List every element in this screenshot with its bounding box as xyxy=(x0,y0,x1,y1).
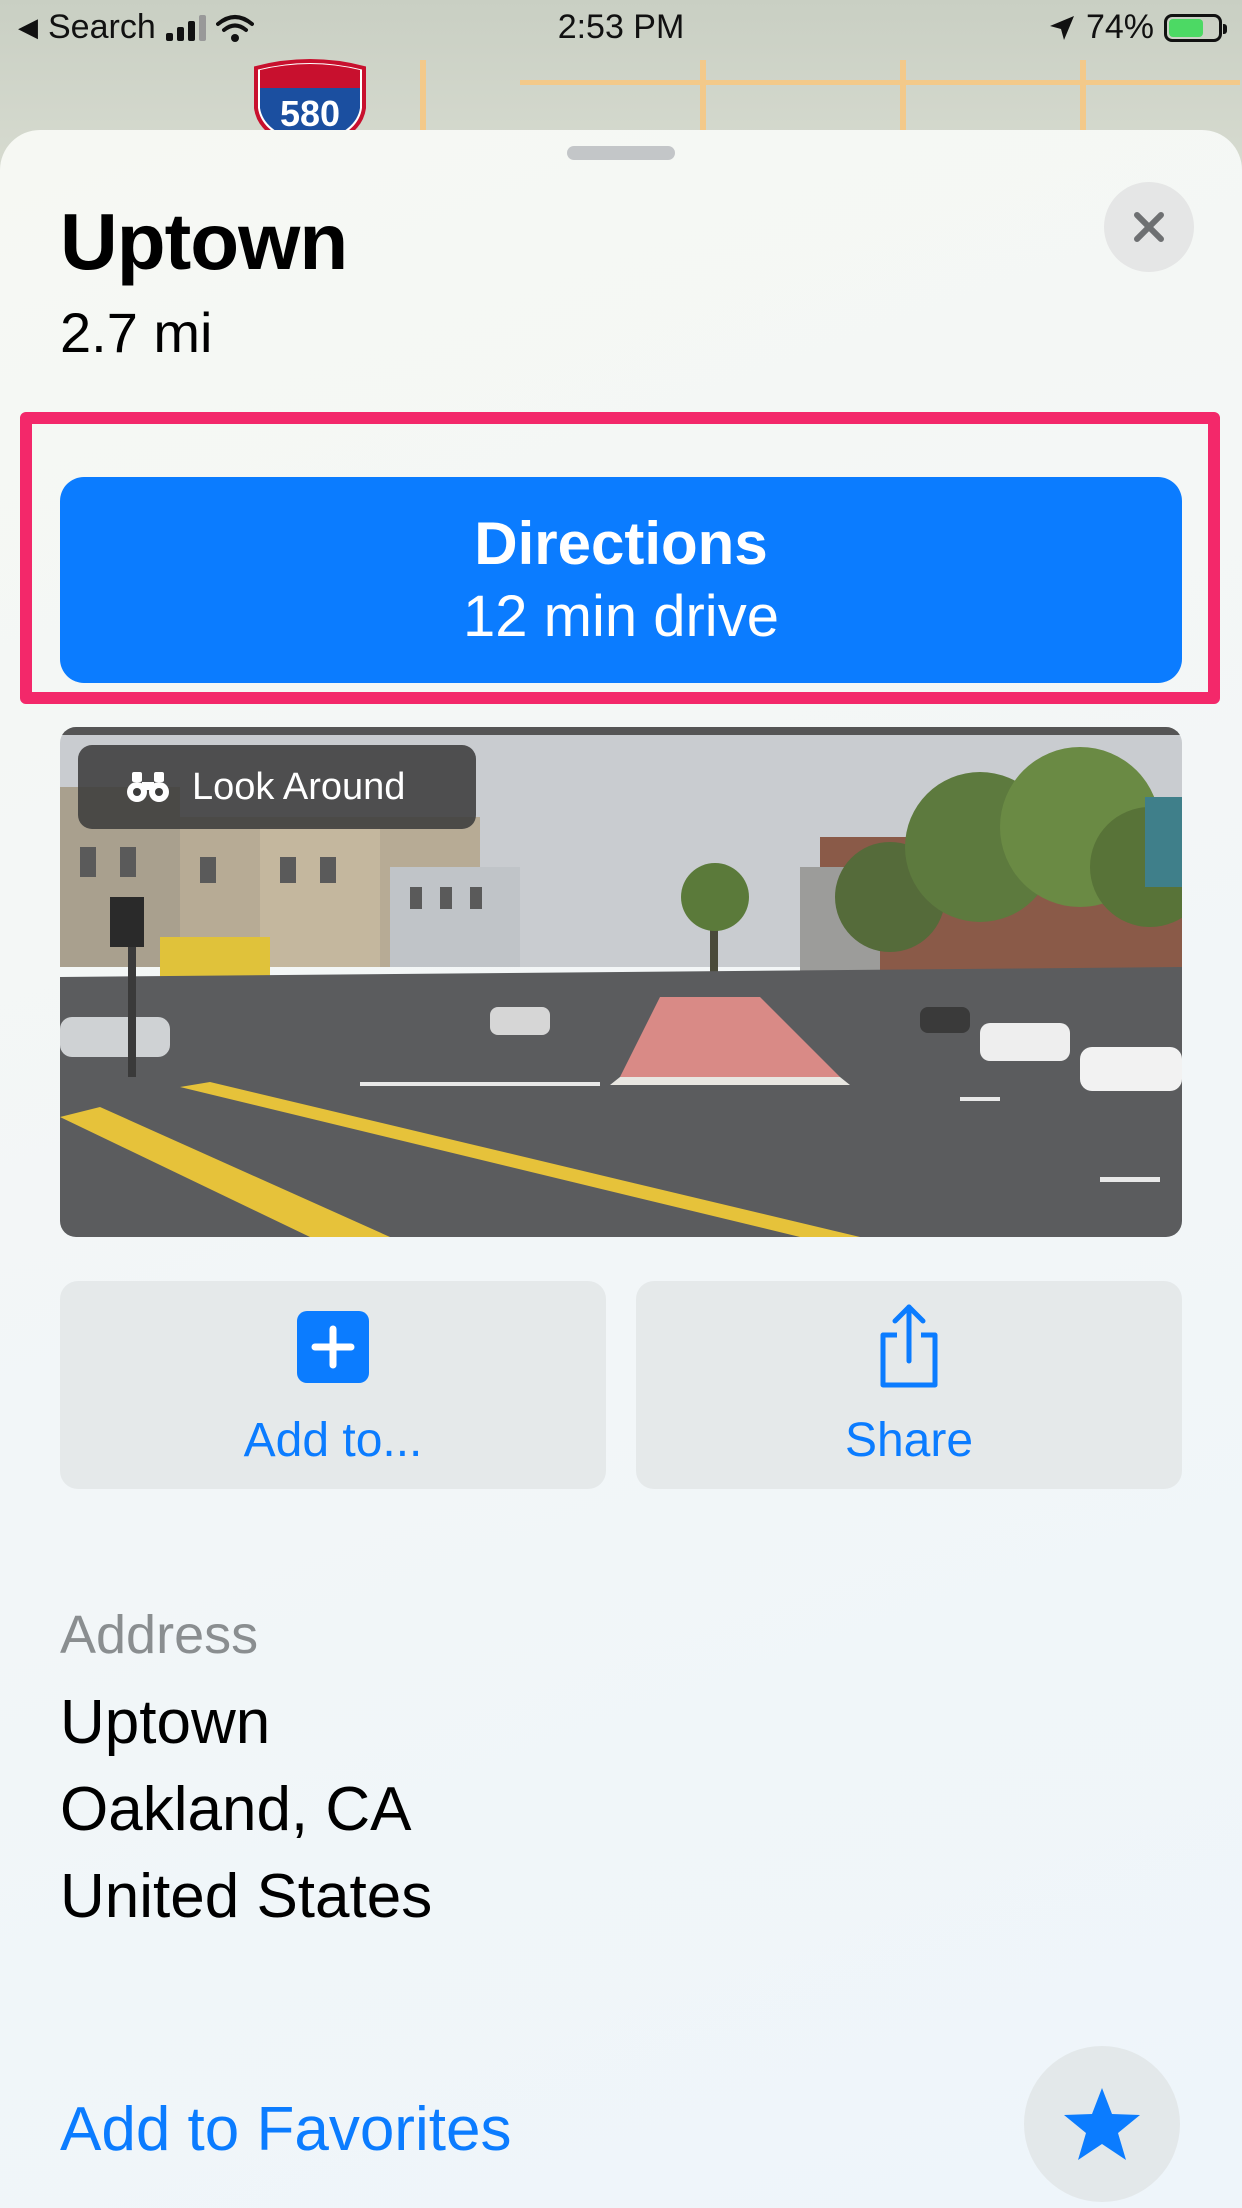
maps-screen: 580 ◀ Search 2:53 PM 74% Uptown 2.7 mi D… xyxy=(0,0,1242,2208)
battery-icon xyxy=(1164,13,1227,42)
tile-icon-wrap xyxy=(636,1304,1182,1389)
share-label: Share xyxy=(844,1414,974,1467)
directions-label: Directions xyxy=(474,510,768,577)
address-heading: Address xyxy=(60,1605,259,1665)
place-card-sheet: Uptown 2.7 mi Directions 12 min drive Lo… xyxy=(0,130,1242,2208)
share-icon xyxy=(880,1304,938,1388)
tile-icon-wrap xyxy=(60,1311,606,1383)
look-around-preview[interactable]: Look Around xyxy=(60,727,1182,1237)
address-line: United States xyxy=(60,1862,433,1931)
directions-eta: 12 min drive xyxy=(463,584,779,649)
highway-number: 580 xyxy=(280,93,340,134)
binoculars-icon xyxy=(127,772,169,802)
look-around-label: Look Around xyxy=(192,765,406,808)
battery-level xyxy=(1169,18,1204,37)
add-to-label: Add to... xyxy=(243,1414,423,1467)
address-line: Uptown xyxy=(60,1688,271,1757)
share-button[interactable]: Share xyxy=(636,1281,1182,1489)
address-line: Oakland, CA xyxy=(60,1775,412,1844)
close-button[interactable] xyxy=(1104,182,1194,272)
status-right: 74% xyxy=(1048,8,1227,47)
favorite-button[interactable] xyxy=(1024,2046,1180,2202)
location-arrow-icon xyxy=(1049,15,1074,40)
add-to-button[interactable]: Add to... xyxy=(60,1281,606,1489)
directions-button[interactable]: Directions 12 min drive xyxy=(60,477,1182,683)
add-to-favorites-link[interactable]: Add to Favorites xyxy=(60,2094,511,2165)
status-bar: ◀ Search 2:53 PM 74% xyxy=(0,0,1242,60)
star-icon xyxy=(1064,2088,1140,2160)
place-title: Uptown xyxy=(60,197,348,286)
map-road xyxy=(520,80,1240,85)
plus-square-icon xyxy=(297,1311,369,1383)
place-distance: 2.7 mi xyxy=(60,301,213,364)
battery-percent: 74% xyxy=(1085,8,1154,46)
close-icon xyxy=(1134,212,1164,242)
sheet-grabber[interactable] xyxy=(567,146,675,160)
look-around-button[interactable]: Look Around xyxy=(78,745,476,829)
